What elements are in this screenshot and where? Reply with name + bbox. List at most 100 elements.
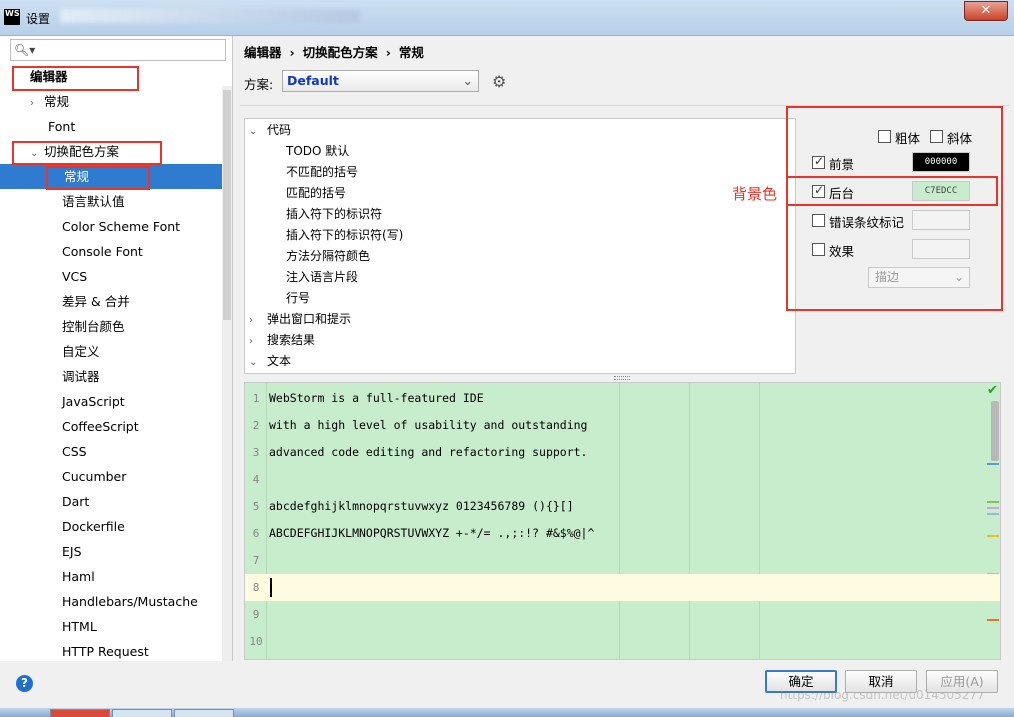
help-icon[interactable]: ? [16,675,33,692]
option-tree-item[interactable]: 不匹配的括号 [286,162,358,182]
apply-button[interactable]: 应用(A) [926,670,998,693]
line-number: 5 [252,500,260,513]
chevron-down-icon[interactable]: ⌄ [30,141,44,166]
sidebar-item-label: 常规 [64,169,90,184]
sidebar-item[interactable]: 常规 [0,164,232,189]
italic-label: 斜体 [947,131,973,146]
taskbar-button[interactable] [112,709,172,717]
option-tree-item[interactable]: › 搜索结果 [249,330,315,350]
code-line: 8 [245,574,1000,601]
sidebar-item[interactable]: 控制台颜色 [0,314,232,339]
sidebar-item[interactable]: Dart [0,489,232,514]
sidebar-item-label: 自定义 [62,344,100,359]
title-bar: WS 设置 ✕ [0,0,1014,36]
sidebar-item-label: 编辑器 [30,69,68,84]
taskbar-button[interactable] [50,709,110,717]
code-line: 3 advanced code editing and refactoring s… [245,439,1000,466]
search-icon: 🔍︎▾ [14,43,36,57]
bold-checkbox[interactable] [878,130,891,143]
sidebar-item[interactable]: 自定义 [0,339,232,364]
error-stripe-checkbox[interactable] [812,214,825,227]
sidebar-item-label: Handlebars/Mustache [62,594,198,609]
option-tree-item[interactable]: 插入符下的标识符 [286,204,382,224]
code-text: WebStorm is a full-featured IDE [269,391,484,405]
option-tree-item[interactable]: › 弹出窗口和提示 [249,309,351,329]
option-tree-item[interactable]: ⌄ 代码 [249,120,291,140]
option-tree-label: 代码 [267,123,292,137]
option-tree-label: 插入符下的标识符 [286,207,383,221]
code-line: 5 abcdefghijklmnopqrstuvwxyz 0123456789 (… [245,493,1000,520]
sidebar-item[interactable]: JavaScript [0,389,232,414]
option-tree-item[interactable]: 匹配的括号 [286,183,346,203]
sidebar-item[interactable]: HTTP Request [0,639,232,664]
sidebar-item[interactable]: 调试器 [0,364,232,389]
error-stripe-color-swatch[interactable] [912,210,970,230]
sidebar-item[interactable]: Handlebars/Mustache [0,589,232,614]
sidebar-item-label: Font [48,119,76,134]
code-preview-editor[interactable]: ✔ 1 WebStorm is a full-featured IDE 2 with … [244,382,1001,660]
sidebar-item[interactable]: 语言默认值 [0,189,232,214]
bold-label: 粗体 [895,131,921,146]
sidebar-item[interactable]: ⌄ 切换配色方案 [0,139,232,164]
option-tree-item[interactable]: TODO 默认 [286,141,349,161]
sidebar-item[interactable]: Cucumber [0,464,232,489]
breadcrumb-separator: › [385,45,391,60]
sidebar-item-label: CoffeeScript [62,419,139,434]
chevron-down-icon[interactable]: ⌄ [249,353,267,373]
splitter-handle[interactable] [614,376,630,380]
code-text: ABCDEFGHIJKLMNOPQRSTUVWXYZ +-*/= .,;:!? … [269,526,595,540]
sidebar-item[interactable]: › 常规 [0,89,232,114]
sidebar-item-label: JavaScript [62,394,125,409]
ok-button[interactable]: 确定 [765,670,837,693]
taskbar-button[interactable] [174,709,234,717]
foreground-color-swatch[interactable]: 000000 [912,152,970,172]
divider [240,105,1010,106]
sidebar-item[interactable]: Haml [0,564,232,589]
effects-checkbox[interactable] [812,243,825,256]
option-tree-item[interactable]: 插入符下的标识符(写) [286,225,403,245]
background-checkbox[interactable] [812,183,825,198]
background-color-swatch[interactable]: C7EDCC [912,181,970,201]
effect-type-select[interactable]: 描边 ⌄ [868,267,970,288]
code-line: 2 with a high level of usability and outs… [245,412,1000,439]
annotation-background-color: 背景色 [732,185,778,203]
sidebar-item-label: Color Scheme Font [62,219,181,234]
sidebar-item[interactable]: 编辑器 [0,64,232,89]
sidebar-item[interactable]: Font [0,114,232,139]
code-line: 6 ABCDEFGHIJKLMNOPQRSTUVWXYZ +-*/= .,;:!?… [245,520,1000,547]
chevron-right-icon[interactable]: › [30,91,44,116]
sidebar-item[interactable]: CoffeeScript [0,414,232,439]
sidebar-item[interactable]: 差异 & 合并 [0,289,232,314]
scheme-select[interactable]: Default ⌄ [282,70,479,92]
cancel-button[interactable]: 取消 [845,670,917,693]
sidebar-item[interactable]: VCS [0,264,232,289]
sidebar-item[interactable]: Dockerfile [0,514,232,539]
sidebar-item[interactable]: HTML [0,614,232,639]
sidebar-item[interactable]: CSS [0,439,232,464]
chevron-right-icon[interactable]: › [249,311,267,331]
code-line: 4 [245,466,1000,493]
code-line: 10 [245,628,1000,655]
chevron-down-icon[interactable]: ⌄ [249,122,267,142]
line-number: 4 [252,473,260,486]
sidebar-item[interactable]: Color Scheme Font [0,214,232,239]
option-tree-item[interactable]: 行号 [286,288,310,308]
line-number: 8 [252,581,260,594]
foreground-label: 前景 [829,157,855,172]
option-tree-item[interactable]: 方法分隔符颜色 [286,246,370,266]
sidebar-item-label: Dockerfile [62,519,125,534]
settings-search-input[interactable]: 🔍︎▾ [10,39,226,61]
option-tree-item[interactable]: 注入语言片段 [286,267,358,287]
sidebar-item[interactable]: Console Font [0,239,232,264]
effects-color-swatch[interactable] [912,239,970,259]
sidebar-item[interactable]: EJS [0,539,232,564]
sidebar-scrollbar[interactable] [222,86,232,661]
option-tree-item[interactable]: ⌄ 文本 [249,351,291,371]
code-line: 7 [245,547,1000,574]
italic-checkbox[interactable] [930,130,943,143]
chevron-right-icon[interactable]: › [249,332,267,352]
line-number: 6 [252,527,260,540]
foreground-checkbox[interactable] [812,154,825,169]
close-window-button[interactable]: ✕ [964,1,1008,21]
gear-icon[interactable]: ⚙ [492,72,506,91]
